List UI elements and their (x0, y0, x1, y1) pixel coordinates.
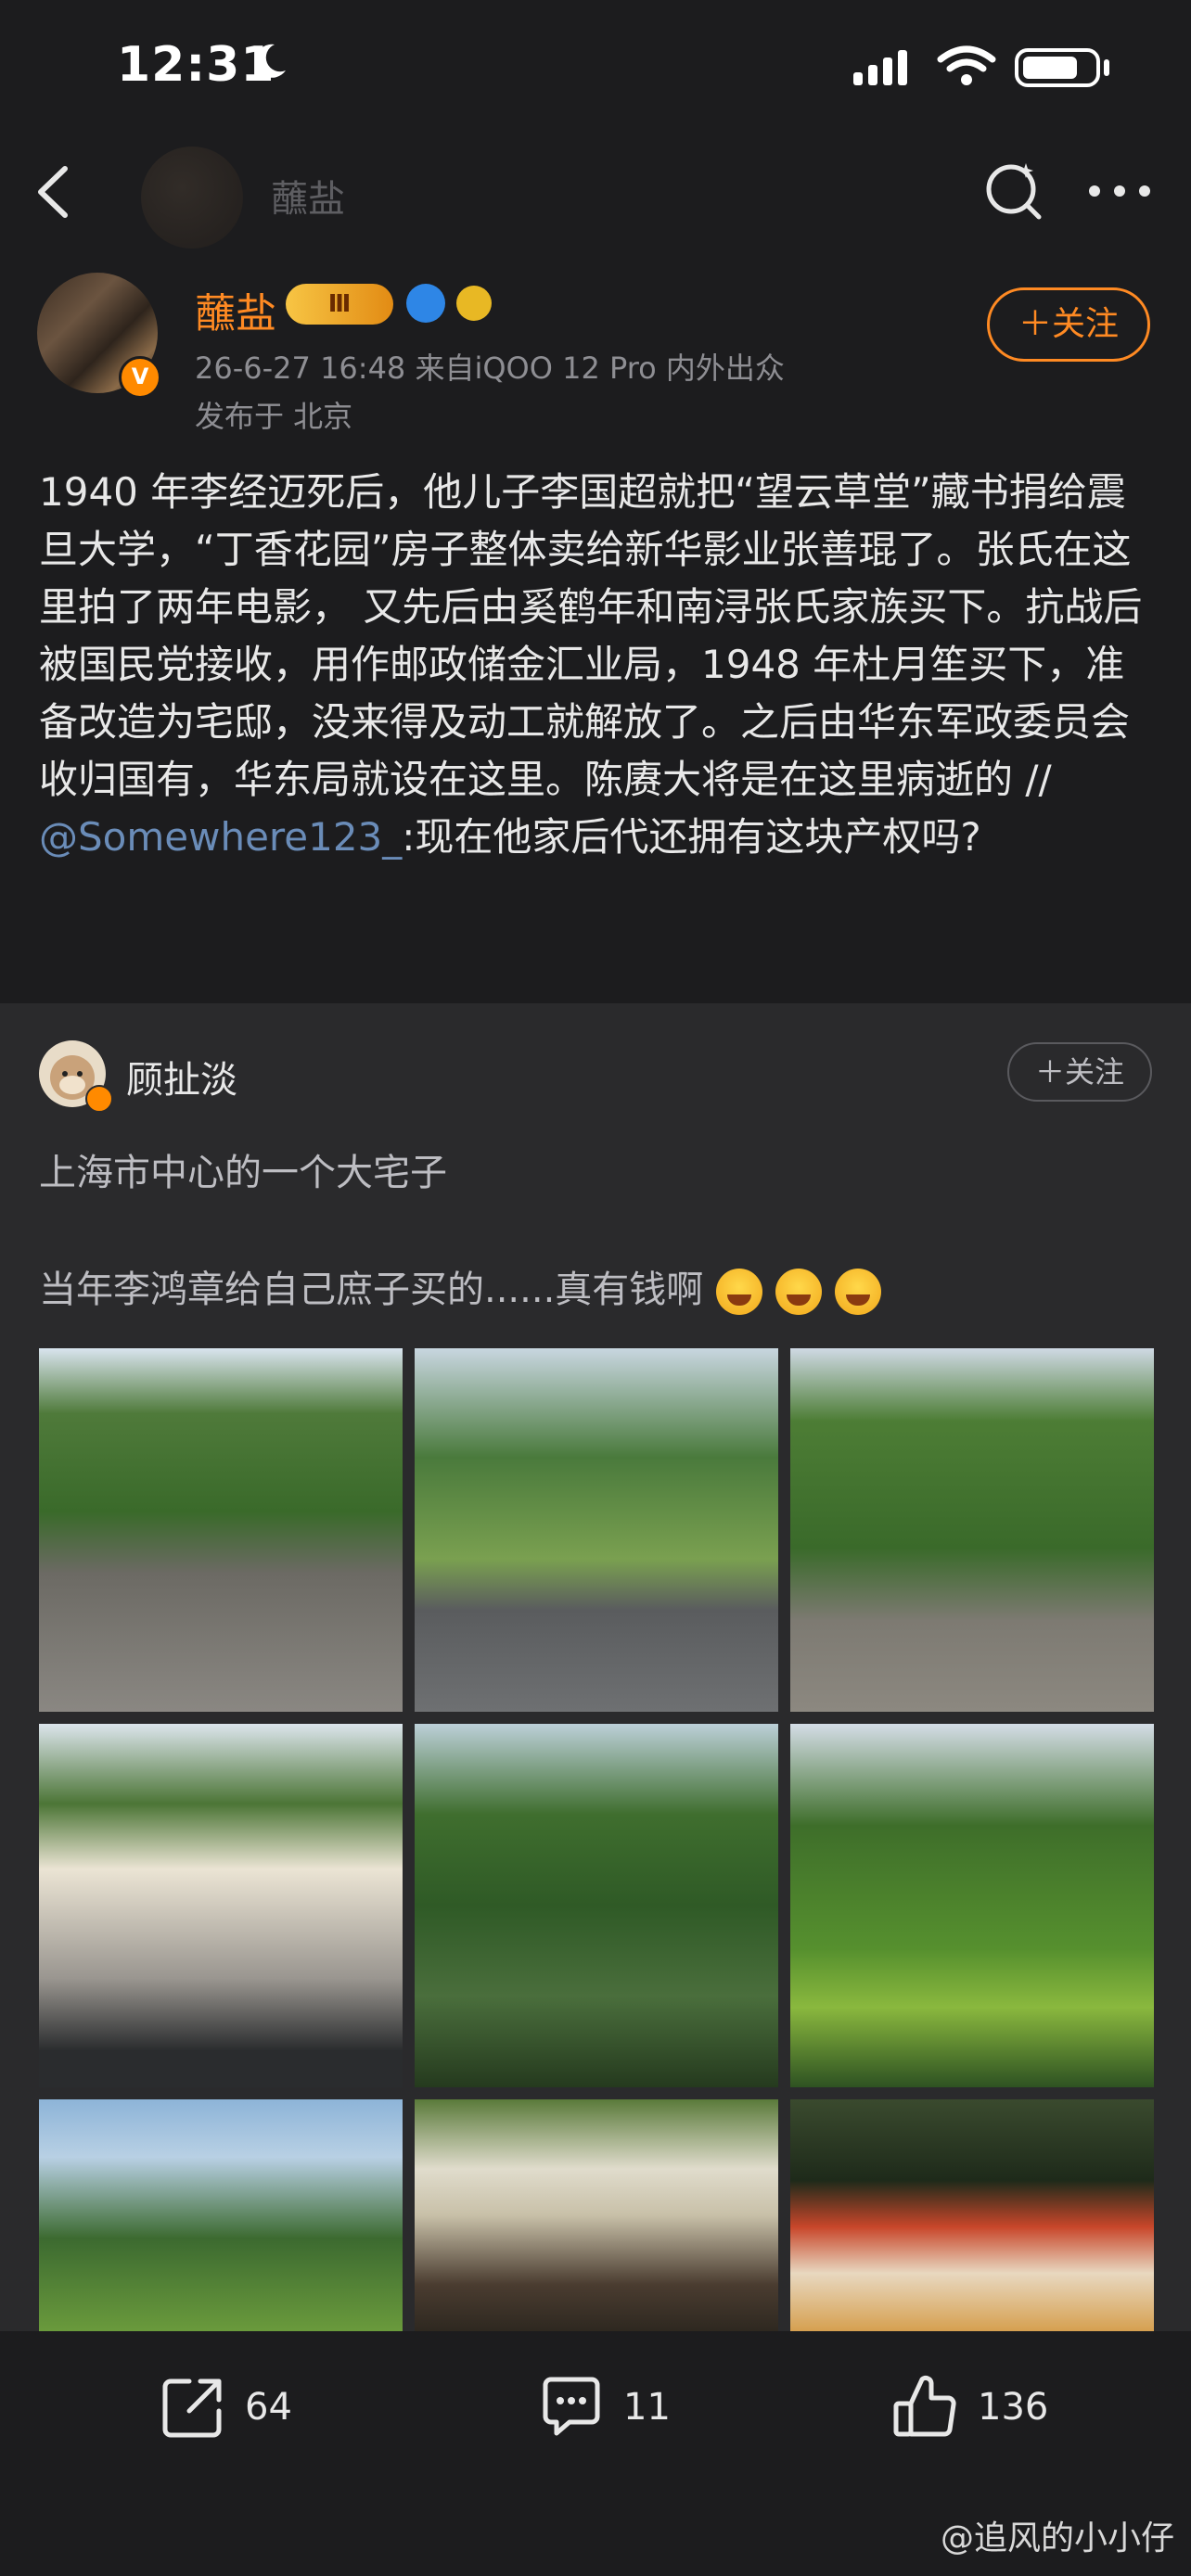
retweet-text-line2: 当年李鸿章给自己庶子买的......真有钱啊 (39, 1259, 882, 1315)
more-icon[interactable] (1087, 182, 1152, 200)
author-name[interactable]: 蘸盐 (195, 280, 276, 339)
photo-garden-path[interactable] (790, 1348, 1154, 1712)
follow-button[interactable]: ＋关注 (987, 287, 1150, 362)
photo-trees-lawn[interactable] (39, 2099, 403, 2331)
photo-villa-car[interactable] (39, 1724, 403, 2087)
laugh-emoji-icon (775, 1269, 823, 1315)
post-text: 1940 年李经迈死后，他儿子李国超就把“望云草堂”藏书捐给震旦大学，“丁香花园… (39, 469, 1143, 802)
comment-icon (543, 2377, 600, 2436)
comment-count: 11 (623, 2386, 671, 2429)
retweet-author-name[interactable]: 顾扯淡 (126, 1050, 237, 1103)
repost-icon (162, 2378, 222, 2438)
retweet-follow-button[interactable]: ＋关注 (1007, 1042, 1152, 1102)
post-body: 1940 年李经迈死后，他儿子李国超就把“望云草堂”藏书捐给震旦大学，“丁香花园… (39, 464, 1161, 866)
laugh-emoji-icon (716, 1269, 763, 1315)
like-button[interactable]: 136 (890, 2370, 1048, 2444)
retweet-text-line1: 上海市中心的一个大宅子 (39, 1152, 447, 1194)
moon-icon (255, 44, 286, 78)
wifi-icon (937, 45, 996, 85)
mention-text: :现在他家后代还拥有这块产权吗? (402, 814, 981, 860)
photo-road[interactable] (415, 1348, 778, 1712)
retweet-text-line2-text: 当年李鸿章给自己庶子买的......真有钱啊 (39, 1269, 704, 1311)
photo-lawn[interactable] (790, 1724, 1154, 2087)
thumbs-up-icon (893, 2375, 956, 2437)
photo-desserts[interactable] (790, 2099, 1154, 2331)
repost-count: 64 (245, 2386, 292, 2429)
diamond-badge-icon (406, 284, 445, 323)
signal-icon (853, 50, 907, 85)
photo-gate[interactable] (39, 1348, 403, 1712)
mention-link[interactable]: @Somewhere123_ (39, 814, 402, 860)
retweet-verified-icon (85, 1085, 113, 1113)
back-arrow-icon[interactable] (28, 159, 83, 224)
comment-button[interactable]: 11 (536, 2370, 671, 2444)
like-count: 136 (978, 2386, 1049, 2429)
battery-icon (1015, 48, 1100, 87)
search-icon[interactable] (983, 159, 1044, 221)
photo-pavilion[interactable] (415, 1724, 778, 2087)
watermark: @追风的小小仔 (940, 2519, 1174, 2557)
verified-badge-icon: V (119, 356, 161, 399)
laugh-emoji-icon (835, 1269, 882, 1315)
photo-umbrella-terrace[interactable] (415, 2099, 778, 2331)
level-badge: Ⅲ (286, 284, 393, 325)
flower-badge-icon (456, 286, 492, 321)
repost-button[interactable]: 64 (158, 2370, 292, 2444)
nav-title: 蘸盐 (271, 178, 345, 221)
post-location: 发布于 北京 (195, 399, 353, 434)
nav-avatar[interactable] (141, 147, 243, 249)
post-meta: 26-6-27 16:48 来自iQOO 12 Pro 内外出众 (195, 351, 785, 386)
battery-tip (1104, 59, 1109, 76)
